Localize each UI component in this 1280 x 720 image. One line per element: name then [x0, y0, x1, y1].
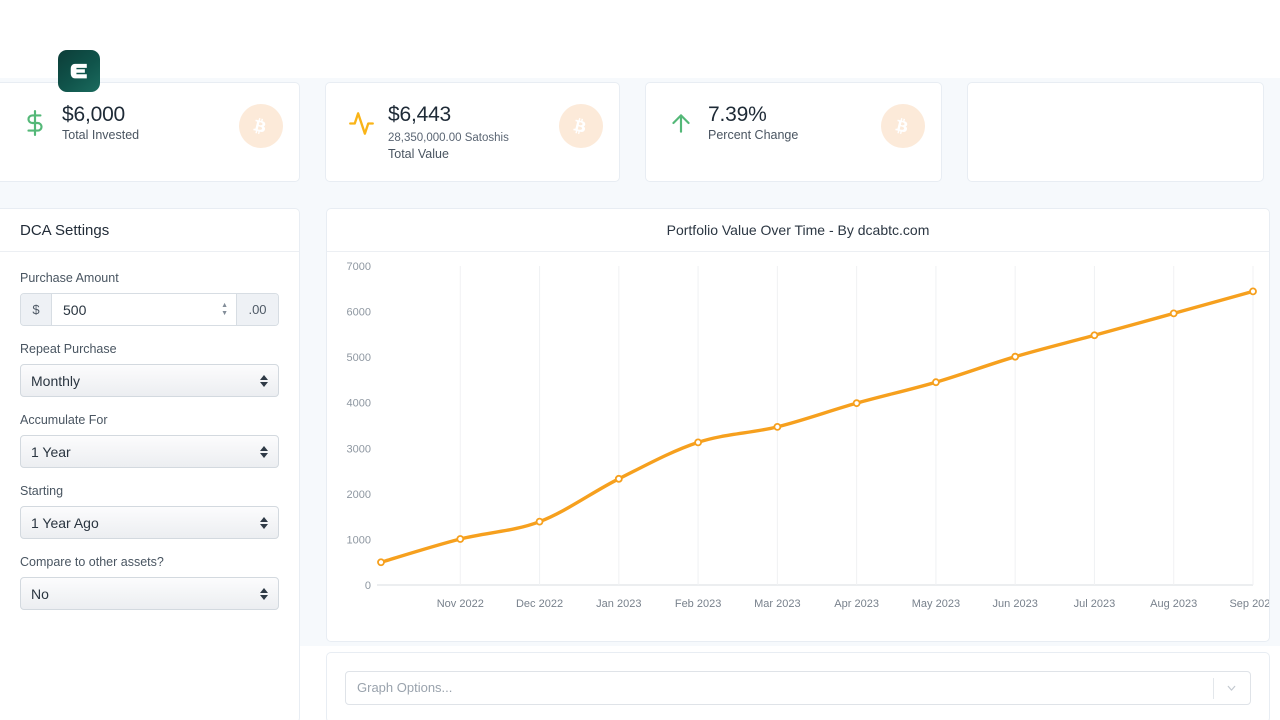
- select-divider: [1213, 678, 1214, 699]
- svg-text:Sep 2023: Sep 2023: [1229, 598, 1269, 610]
- graph-options-placeholder: Graph Options...: [346, 680, 452, 695]
- accumulate-for-select[interactable]: 1 Year: [20, 435, 279, 468]
- repeat-purchase-select[interactable]: Monthly: [20, 364, 279, 397]
- svg-text:May 2023: May 2023: [912, 598, 960, 610]
- field-purchase-amount: Purchase Amount $ ▲ ▼ .00: [20, 270, 279, 326]
- portfolio-chart-panel: Portfolio Value Over Time - By dcabtc.co…: [326, 208, 1270, 642]
- compare-assets-label: Compare to other assets?: [20, 554, 279, 570]
- logo-glyph-icon: [68, 60, 90, 82]
- svg-text:5000: 5000: [347, 352, 371, 364]
- chevron-down-icon[interactable]: [1225, 681, 1238, 694]
- bitcoin-icon: [239, 104, 283, 148]
- cents-suffix: .00: [236, 294, 278, 325]
- page-background: $6,000 Total Invested: [0, 78, 1280, 646]
- svg-text:Feb 2023: Feb 2023: [675, 598, 721, 610]
- field-accumulate-for: Accumulate For 1 Year: [20, 412, 279, 468]
- dca-settings-panel: DCA Settings Purchase Amount $ ▲ ▼: [0, 208, 300, 720]
- chart-plot-area[interactable]: 0 1000 2000 3000 4000 5000 6000 7000 Nov 2022 Dec…: [327, 252, 1269, 641]
- app-root: $6,000 Total Invested: [0, 0, 1280, 720]
- stat-card-total-invested: $6,000 Total Invested: [0, 82, 300, 182]
- svg-text:Dec 2022: Dec 2022: [516, 598, 563, 610]
- stat-subvalue: 28,350,000.00 Satoshis: [388, 130, 509, 146]
- number-stepper[interactable]: ▲ ▼: [221, 303, 228, 317]
- field-starting: Starting 1 Year Ago: [20, 483, 279, 539]
- stat-card-total-value: $6,443 28,350,000.00 Satoshis Total Valu…: [325, 82, 620, 182]
- dollar-sign-icon: [18, 103, 52, 143]
- svg-text:Jul 2023: Jul 2023: [1074, 598, 1116, 610]
- svg-text:Mar 2023: Mar 2023: [754, 598, 800, 610]
- arrow-up-icon: [664, 103, 698, 143]
- svg-text:0: 0: [365, 580, 371, 592]
- svg-text:Jun 2023: Jun 2023: [993, 598, 1038, 610]
- activity-pulse-icon: [344, 103, 378, 143]
- svg-text:3000: 3000: [347, 443, 371, 455]
- svg-text:4000: 4000: [347, 398, 371, 410]
- stat-label: Total Value: [388, 146, 509, 163]
- stepper-up-icon[interactable]: ▲: [221, 303, 228, 309]
- bitcoin-icon: [559, 104, 603, 148]
- purchase-amount-label: Purchase Amount: [20, 270, 279, 286]
- stepper-down-icon[interactable]: ▼: [221, 311, 228, 317]
- starting-label: Starting: [20, 483, 279, 499]
- stats-row: $6,000 Total Invested: [0, 82, 1280, 182]
- chart-header: Portfolio Value Over Time - By dcabtc.co…: [327, 209, 1269, 252]
- svg-text:7000: 7000: [347, 261, 371, 273]
- svg-text:Nov 2022: Nov 2022: [437, 598, 484, 610]
- starting-select[interactable]: 1 Year Ago: [20, 506, 279, 539]
- stat-label: Total Invested: [62, 127, 139, 144]
- svg-text:6000: 6000: [347, 307, 371, 319]
- svg-text:Jan 2023: Jan 2023: [596, 598, 641, 610]
- stat-value: $6,443: [388, 102, 509, 127]
- dcabtc-logo-icon[interactable]: [58, 50, 100, 92]
- field-compare-assets: Compare to other assets? No: [20, 554, 279, 610]
- stat-card-percent-change: 7.39% Percent Change: [645, 82, 942, 182]
- svg-text:Apr 2023: Apr 2023: [834, 598, 879, 610]
- compare-assets-select[interactable]: No: [20, 577, 279, 610]
- graph-options-panel: Graph Options...: [326, 652, 1270, 720]
- stat-value: $6,000: [62, 102, 139, 127]
- repeat-purchase-label: Repeat Purchase: [20, 341, 279, 357]
- stat-value: 7.39%: [708, 102, 798, 127]
- chart-title: Portfolio Value Over Time - By dcabtc.co…: [667, 222, 930, 238]
- svg-text:2000: 2000: [347, 489, 371, 501]
- chart-svg: 0 1000 2000 3000 4000 5000 6000 7000 Nov 2022 Dec…: [327, 252, 1269, 641]
- settings-header: DCA Settings: [0, 209, 299, 252]
- settings-title: DCA Settings: [20, 222, 109, 239]
- svg-text:1000: 1000: [347, 534, 371, 546]
- stat-card-empty: [967, 82, 1264, 182]
- purchase-amount-input-group: $ ▲ ▼ .00: [20, 293, 279, 326]
- purchase-amount-input[interactable]: [63, 302, 236, 318]
- field-repeat-purchase: Repeat Purchase Monthly: [20, 341, 279, 397]
- stat-label: Percent Change: [708, 127, 798, 144]
- graph-options-select[interactable]: Graph Options...: [345, 671, 1251, 705]
- currency-prefix: $: [21, 294, 52, 325]
- accumulate-for-label: Accumulate For: [20, 412, 279, 428]
- bitcoin-icon: [881, 104, 925, 148]
- svg-text:Aug 2023: Aug 2023: [1150, 598, 1197, 610]
